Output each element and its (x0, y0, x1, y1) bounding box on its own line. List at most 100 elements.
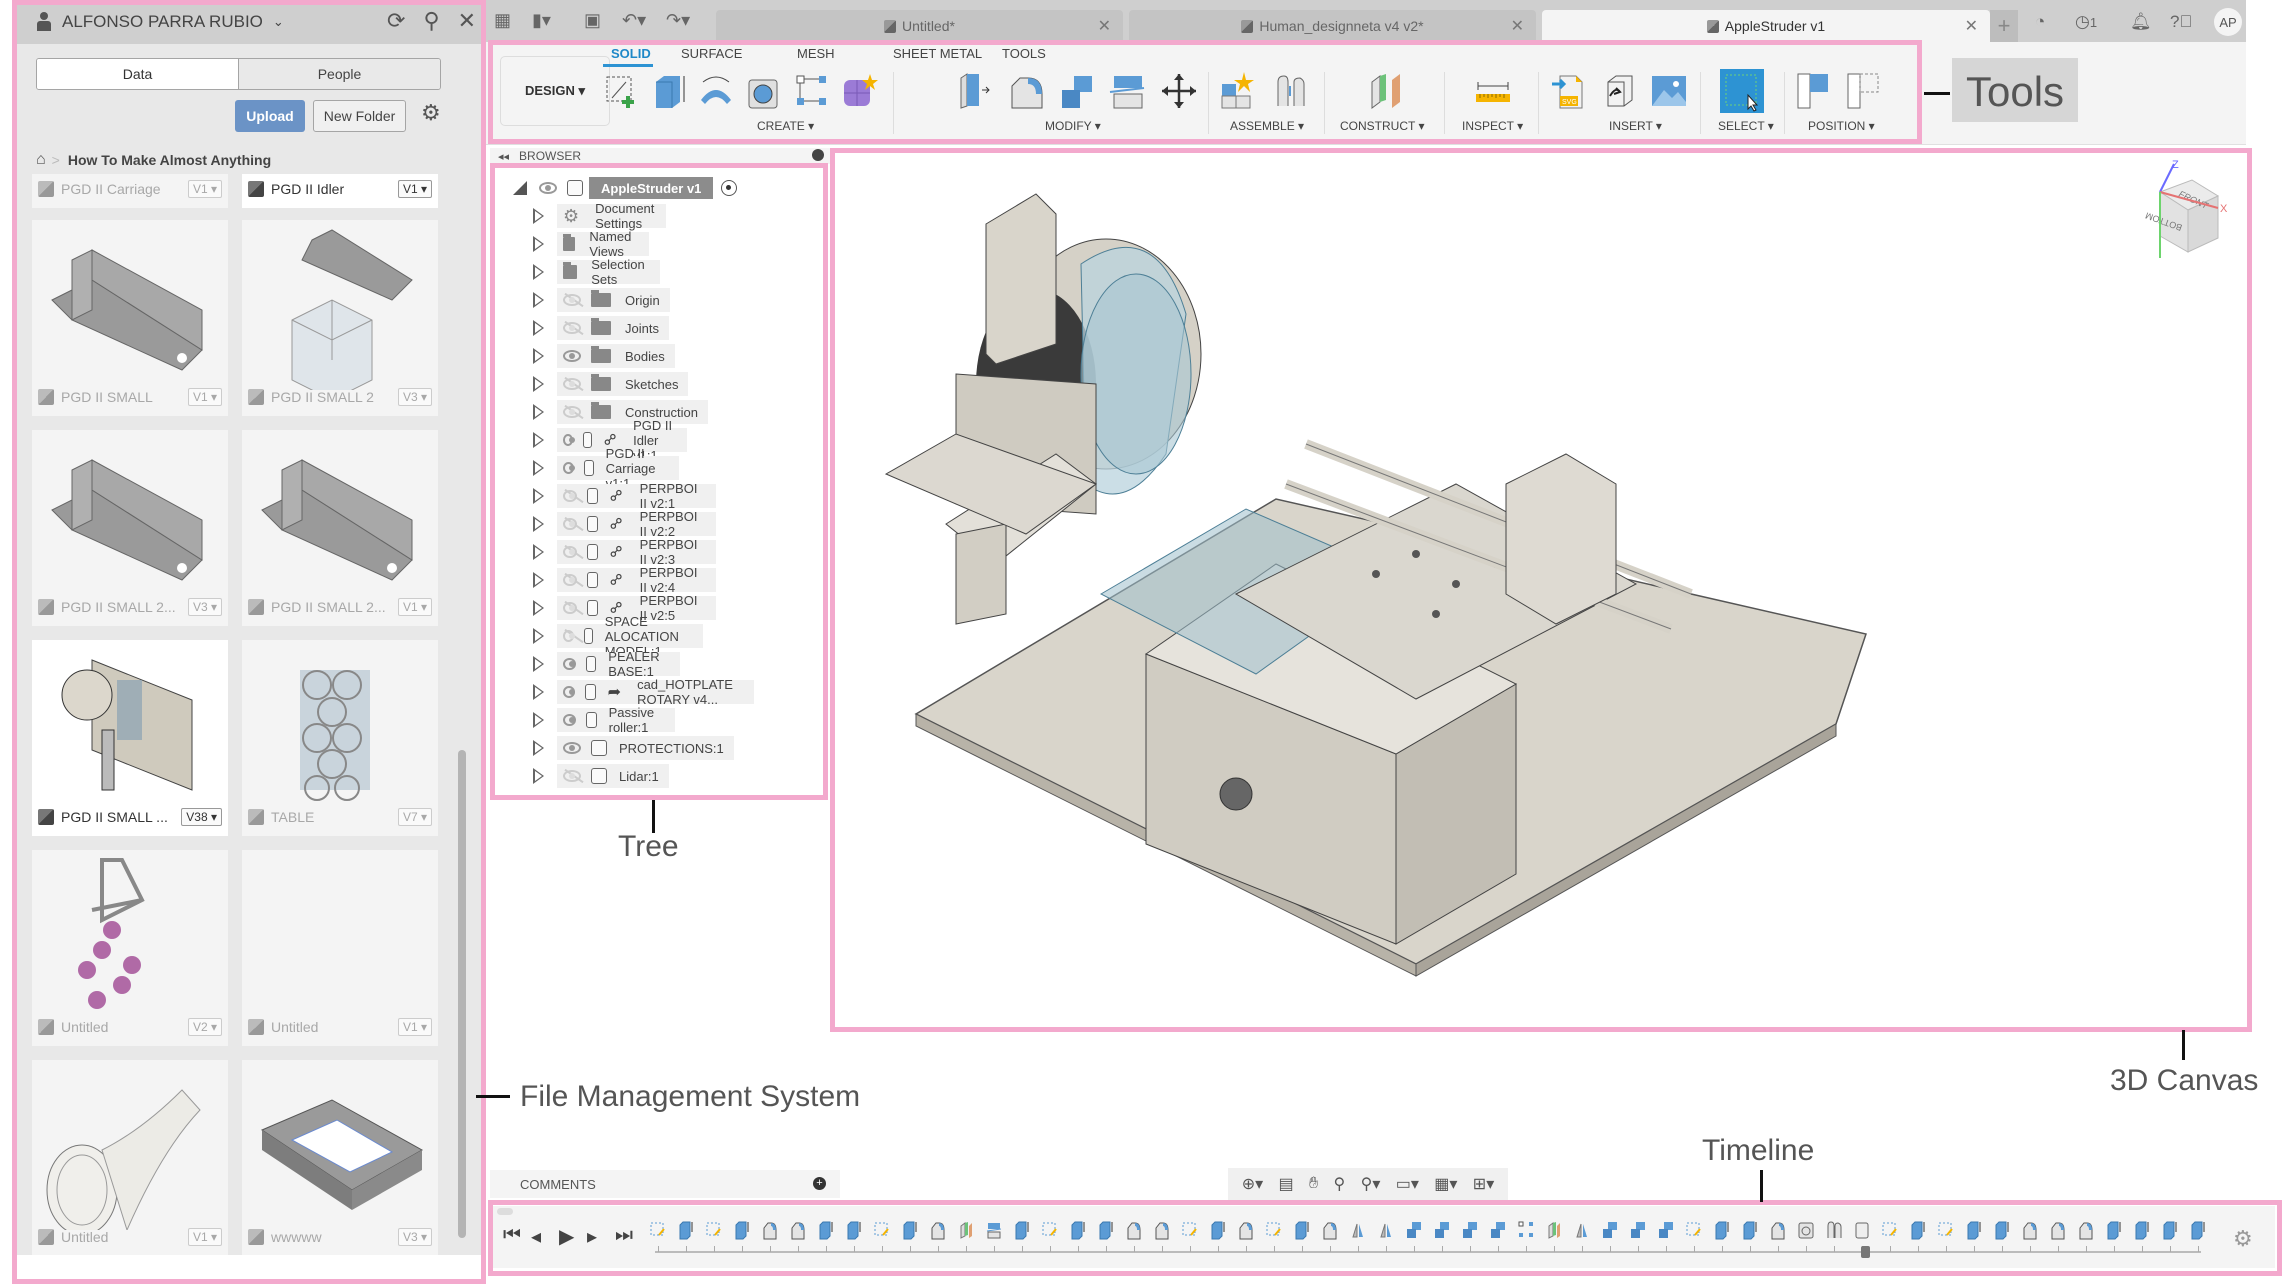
timeline-feature-sketch[interactable] (1686, 1220, 1702, 1240)
eye-icon[interactable] (563, 462, 576, 474)
expand-triangle-icon[interactable] (533, 628, 544, 644)
timeline-track[interactable] (655, 1251, 2201, 1253)
notifications-icon[interactable]: 🔔︎ (2130, 12, 2152, 32)
redo-icon[interactable]: ↷▾ (666, 10, 690, 31)
expand-triangle-icon[interactable] (533, 264, 544, 280)
expand-triangle-icon[interactable] (533, 740, 544, 756)
expand-triangle-icon[interactable] (533, 544, 544, 560)
pan-icon[interactable]: ✋︎ (1309, 1175, 1318, 1193)
save-icon[interactable]: ▣ (584, 10, 601, 31)
tab-mesh[interactable]: MESH (797, 46, 835, 61)
create-form-icon[interactable] (840, 72, 878, 110)
app-grid-icon[interactable]: ▦ (494, 10, 511, 31)
timeline-feature-combine[interactable] (1434, 1220, 1450, 1240)
timeline-feature-pattern[interactable] (1518, 1220, 1534, 1240)
split-body-icon[interactable] (1108, 72, 1146, 110)
timeline-feature-sketch[interactable] (1266, 1220, 1282, 1240)
timeline-feature-fillet[interactable] (930, 1220, 946, 1240)
timeline-feature-sketch[interactable] (650, 1220, 666, 1240)
timeline-feature-fillet[interactable] (790, 1220, 806, 1240)
search-icon[interactable]: ⚲ (423, 8, 439, 34)
chevron-down-icon[interactable]: ⌄ (273, 14, 284, 30)
create-sketch-icon[interactable] (602, 72, 640, 110)
version-dropdown[interactable]: V1 ▾ (187, 388, 222, 406)
file-thumbnail[interactable] (242, 850, 438, 1020)
viewcube[interactable]: FRONT BOTTOM Z X (2130, 160, 2230, 260)
timeline-feature-sketch[interactable] (874, 1220, 890, 1240)
timeline-feature-combine[interactable] (1490, 1220, 1506, 1240)
file-card[interactable]: PGD II SMALL 2... V1 ▾ (242, 430, 438, 626)
measure-icon[interactable] (1474, 72, 1512, 110)
expand-triangle-icon[interactable] (533, 684, 544, 700)
eye-icon[interactable] (563, 406, 581, 418)
timeline-feature-extrude[interactable] (2162, 1220, 2178, 1240)
file-thumbnail[interactable] (32, 1060, 228, 1236)
timeline-feature-fillet[interactable] (1154, 1220, 1170, 1240)
offset-plane-icon[interactable] (1366, 72, 1404, 110)
close-icon[interactable]: ✕ (458, 8, 476, 34)
timeline-feature-extrude[interactable] (678, 1220, 694, 1240)
expand-triangle-icon[interactable] (533, 348, 544, 364)
close-tab-icon[interactable]: ✕ (1098, 16, 1111, 36)
fillet-icon[interactable] (1008, 72, 1046, 110)
tab-human-designneta[interactable]: Human_designneta v4 v2* ✕ (1129, 10, 1536, 42)
skip-start-icon[interactable]: ⏮ (503, 1224, 521, 1247)
revert-position-icon[interactable] (1846, 72, 1884, 110)
eye-icon[interactable] (563, 322, 581, 334)
file-name[interactable]: PGD II SMALL ... (61, 809, 181, 825)
timeline-settings-icon[interactable]: ⚙ (2233, 1226, 2253, 1252)
eye-icon[interactable] (563, 518, 577, 530)
timeline-feature-sketch[interactable] (1182, 1220, 1198, 1240)
position-group-label[interactable]: POSITION ▾ (1808, 119, 1875, 133)
close-tab-icon[interactable]: ✕ (1511, 16, 1524, 36)
file-thumbnail[interactable] (242, 640, 438, 810)
fit-icon[interactable]: ⚲▾ (1361, 1174, 1381, 1194)
insert-svg-icon[interactable]: SVG (1550, 72, 1588, 110)
eye-icon[interactable] (563, 602, 577, 614)
eye-icon[interactable] (563, 350, 581, 362)
hole-icon[interactable] (745, 72, 783, 110)
timeline-feature-combine[interactable] (1658, 1220, 1674, 1240)
timeline-feature-shell[interactable] (2078, 1220, 2094, 1240)
press-pull-icon[interactable] (955, 72, 993, 110)
timeline-feature-extrude[interactable] (902, 1220, 918, 1240)
capture-position-icon[interactable] (1796, 72, 1834, 110)
expand-triangle-icon[interactable] (533, 488, 544, 504)
version-dropdown[interactable]: V3 ▾ (397, 1228, 432, 1246)
tab-untitled[interactable]: Untitled* ✕ (716, 10, 1123, 42)
version-dropdown[interactable]: V7 ▾ (397, 808, 432, 826)
viewports-icon[interactable]: ⊞▾ (1473, 1174, 1494, 1194)
insert-group-label[interactable]: INSERT ▾ (1609, 119, 1662, 133)
timeline-feature-fillet[interactable] (1126, 1220, 1142, 1240)
assemble-group-label[interactable]: ASSEMBLE ▾ (1230, 119, 1304, 133)
timeline-feature-mirror[interactable] (1350, 1220, 1366, 1240)
new-tab-button[interactable]: + (1990, 10, 2018, 42)
eye-icon[interactable] (563, 714, 576, 726)
expand-triangle-icon[interactable] (533, 236, 544, 252)
file-name[interactable]: PGD II SMALL 2 (271, 389, 398, 405)
eye-icon[interactable] (563, 770, 581, 782)
orbit-icon[interactable]: ⊕▾ (1242, 1174, 1263, 1194)
extensions-icon[interactable]: ◔ (2035, 12, 2045, 32)
breadcrumb-project[interactable]: How To Make Almost Anything (68, 152, 271, 168)
tab-data[interactable]: Data (37, 59, 239, 89)
timeline-feature-shell[interactable] (2022, 1220, 2038, 1240)
3d-model-viewport[interactable] (836, 154, 2246, 1028)
version-dropdown[interactable]: V38 ▾ (181, 808, 222, 826)
select-group-label[interactable]: SELECT ▾ (1718, 119, 1774, 133)
expand-triangle-icon[interactable] (533, 432, 544, 448)
version-dropdown[interactable]: V3 ▾ (187, 598, 222, 616)
timeline-feature-joint[interactable] (1826, 1220, 1842, 1240)
joint-icon[interactable] (1272, 72, 1310, 110)
expand-triangle-icon[interactable] (533, 600, 544, 616)
tree-root[interactable]: AppleStruder v1 (513, 176, 738, 200)
timeline-feature-shell[interactable] (2050, 1220, 2066, 1240)
timeline-feature-extrude[interactable] (1994, 1220, 2010, 1240)
eye-icon[interactable] (563, 742, 581, 754)
grid-icon[interactable]: ▦▾ (1434, 1174, 1457, 1194)
timeline-feature-extrude[interactable] (1966, 1220, 1982, 1240)
file-card[interactable]: TABLE V7 ▾ (242, 640, 438, 836)
timeline-feature-combine[interactable] (1602, 1220, 1618, 1240)
pin-icon[interactable] (812, 149, 824, 161)
version-dropdown[interactable]: V1 ▾ (397, 1018, 432, 1036)
